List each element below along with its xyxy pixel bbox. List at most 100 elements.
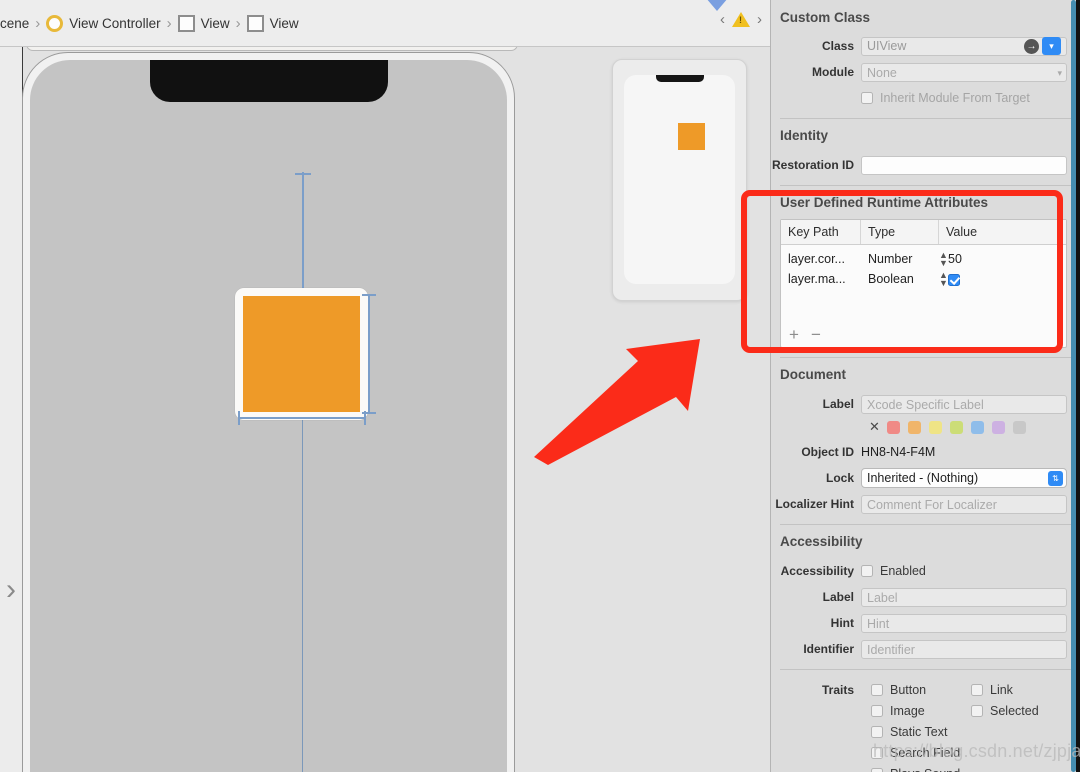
color-chip-blue[interactable]	[970, 420, 984, 434]
localizer-hint-input[interactable]: Comment For Localizer	[861, 494, 1067, 514]
inherit-module-checkbox[interactable]: Inherit Module From Target	[861, 91, 1030, 105]
cell-value[interactable]: 50	[941, 252, 962, 266]
clear-color-icon[interactable]: ✕	[869, 419, 880, 435]
checkbox-icon[interactable]	[871, 683, 883, 696]
restoration-id-label: Restoration ID	[771, 158, 854, 172]
warning-triangle-icon[interactable]	[732, 12, 750, 27]
trait-image[interactable]: Image	[871, 704, 971, 718]
a11y-identifier-input[interactable]: Identifier	[861, 639, 1067, 659]
next-issue-button[interactable]: ›	[757, 11, 762, 28]
cell-value[interactable]	[941, 272, 960, 286]
checkbox-icon[interactable]	[861, 92, 873, 104]
color-chip-red[interactable]	[886, 420, 900, 434]
module-input[interactable]: None ▾	[861, 62, 1067, 82]
accessibility-enabled-row: Accessibility Enabled	[771, 560, 1080, 582]
restoration-id-input[interactable]	[861, 155, 1067, 175]
height-constraint-cap-top	[362, 294, 376, 296]
document-label-input[interactable]: Xcode Specific Label	[861, 394, 1067, 414]
a11y-hint-label: Hint	[830, 616, 854, 630]
color-chip-yellow[interactable]	[928, 420, 942, 434]
type-stepper-icon[interactable]: ▲ ▼	[927, 251, 948, 268]
trait-button[interactable]: Button	[871, 683, 971, 697]
cell-type[interactable]: Boolean	[861, 272, 927, 286]
checkbox-icon[interactable]	[971, 683, 983, 696]
checkbox-icon[interactable]	[971, 704, 983, 717]
module-row: Module None ▾	[771, 61, 1080, 83]
section-title-document: Document	[780, 367, 847, 382]
divider	[780, 357, 1071, 358]
trait-label: Image	[890, 703, 925, 718]
object-id-label: Object ID	[801, 445, 854, 459]
height-constraint-guide[interactable]	[368, 294, 370, 414]
lock-select[interactable]: Inherited - (Nothing) ⇅	[861, 468, 1067, 488]
class-input[interactable]: UIView → ▾	[861, 36, 1067, 56]
cell-type[interactable]: Number	[861, 252, 927, 266]
cell-key-path[interactable]: layer.ma...	[781, 272, 861, 286]
a11y-hint-input[interactable]: Hint	[861, 613, 1067, 633]
column-header-key-path[interactable]: Key Path	[781, 220, 861, 244]
checkbox-icon[interactable]	[948, 273, 960, 286]
document-color-chips: ✕	[869, 419, 1080, 435]
traits-line: Button Link	[871, 679, 1080, 700]
trait-plays-sound[interactable]: Plays Sound	[871, 767, 960, 772]
trait-static-text[interactable]: Static Text	[871, 725, 947, 739]
chevron-down-icon[interactable]: ▾	[1057, 64, 1062, 82]
expand-panel-chevron-icon[interactable]: ›	[1, 568, 21, 612]
checkbox-icon[interactable]	[871, 725, 883, 738]
object-id-value: HN8-N4-F4M	[861, 445, 936, 459]
remove-attribute-button[interactable]: −	[811, 326, 821, 343]
a11y-label-label: Label	[822, 590, 854, 604]
table-row[interactable]: layer.ma... Boolean ▲ ▼	[781, 269, 1066, 289]
breadcrumb-label: View	[269, 15, 299, 31]
color-chip-purple[interactable]	[991, 420, 1005, 434]
previous-issue-button[interactable]: ‹	[720, 11, 725, 28]
add-attribute-button[interactable]: +	[789, 326, 799, 343]
accessibility-label: Accessibility	[780, 564, 854, 578]
color-chip-orange[interactable]	[907, 420, 921, 434]
breadcrumb-item-view-controller[interactable]: View Controller	[46, 14, 161, 32]
device-canvas[interactable]	[22, 52, 515, 772]
trait-link[interactable]: Link	[971, 683, 1071, 697]
breadcrumb-item-subview[interactable]: View	[246, 14, 299, 32]
stepper-arrows-icon[interactable]: ⇅	[1048, 471, 1063, 486]
breadcrumb-separator: ›	[166, 14, 172, 32]
accessibility-hint-row: Hint Hint	[771, 612, 1080, 634]
column-header-type[interactable]: Type	[861, 220, 939, 244]
breadcrumb-item-scene[interactable]: cene	[0, 16, 29, 31]
breadcrumb-bar: cene › View Controller › View › View ‹ ›	[0, 0, 770, 47]
selection-marker-icon	[700, 0, 734, 11]
accessibility-enabled-checkbox[interactable]: Enabled	[861, 564, 926, 578]
checkbox-icon[interactable]	[861, 565, 873, 577]
checkbox-icon[interactable]	[871, 767, 883, 772]
checkbox-icon[interactable]	[871, 704, 883, 717]
breadcrumb-item-view[interactable]: View	[177, 14, 230, 32]
view-icon	[177, 14, 195, 32]
jump-to-definition-icon[interactable]: →	[1024, 38, 1039, 54]
preview-device[interactable]	[612, 59, 747, 301]
trait-selected[interactable]: Selected	[971, 704, 1071, 718]
restoration-id-row: Restoration ID	[771, 154, 1080, 176]
traits-label: Traits	[821, 683, 854, 697]
orange-subview[interactable]	[243, 296, 360, 412]
cell-key-path[interactable]: layer.cor...	[781, 252, 861, 266]
canvas-area: › cene › View Controller › View › View ‹…	[0, 0, 770, 772]
accessibility-label-row: Label Label	[771, 586, 1080, 608]
selected-view-outline[interactable]	[235, 288, 368, 420]
type-stepper-icon[interactable]: ▲ ▼	[927, 271, 948, 288]
view-icon	[246, 14, 264, 32]
module-label: Module	[812, 65, 854, 79]
width-constraint-guide[interactable]	[238, 417, 366, 419]
chevron-down-icon[interactable]: ▾	[1042, 37, 1061, 55]
a11y-label-input[interactable]: Label	[861, 587, 1067, 607]
a11y-identifier-label: Identifier	[803, 642, 854, 656]
trait-label: Button	[890, 682, 927, 697]
runtime-attributes-header: Key Path Type Value	[781, 220, 1066, 245]
device-screen[interactable]	[30, 60, 507, 772]
color-chip-gray[interactable]	[1012, 420, 1026, 434]
column-header-value[interactable]: Value	[939, 220, 977, 244]
color-chip-green[interactable]	[949, 420, 963, 434]
divider	[780, 185, 1071, 186]
lock-value: Inherited - (Nothing)	[867, 471, 979, 485]
table-row[interactable]: layer.cor... Number ▲ ▼ 50	[781, 249, 1066, 269]
module-value: None	[867, 65, 897, 80]
